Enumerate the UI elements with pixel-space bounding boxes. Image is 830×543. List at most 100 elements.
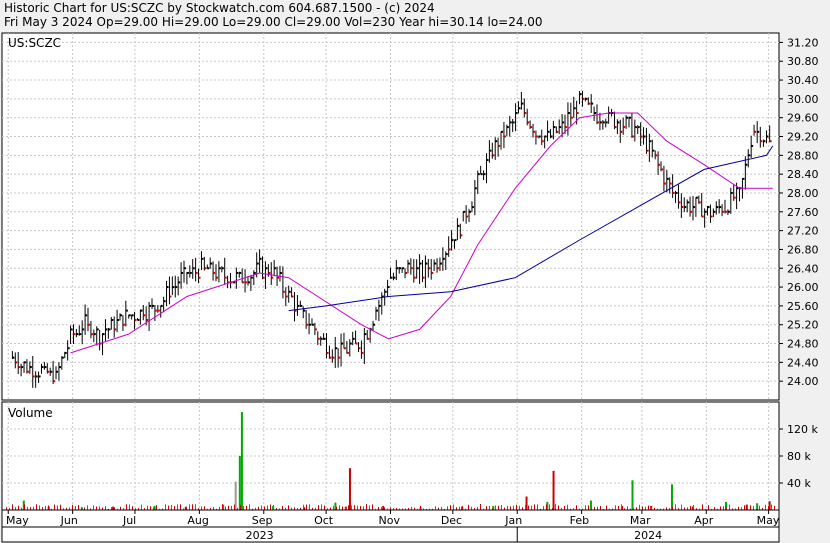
price-panel <box>1 32 780 401</box>
price-tick-label: 24.00 <box>787 375 819 388</box>
volume-bar <box>333 505 334 510</box>
volume-bar <box>165 504 166 510</box>
volume-bar <box>552 470 555 510</box>
volume-bar <box>447 506 448 510</box>
volume-bar <box>372 504 373 510</box>
volume-bar <box>382 505 385 510</box>
volume-bar <box>270 504 271 510</box>
volume-bar <box>174 506 175 510</box>
volume-bar <box>528 505 529 510</box>
volume-bar <box>510 506 511 510</box>
month-label: Aug <box>187 514 208 527</box>
volume-bar <box>306 504 307 510</box>
volume-bar <box>759 505 760 510</box>
volume-bar <box>366 504 367 510</box>
volume-bar <box>339 505 340 510</box>
volume-bar <box>201 506 202 510</box>
volume-bar <box>141 504 142 510</box>
volume-bar <box>132 506 133 510</box>
volume-bar <box>222 504 223 510</box>
volume-bar <box>681 504 682 510</box>
volume-bar <box>576 505 577 510</box>
volume-bar <box>618 505 619 510</box>
volume-bar <box>354 505 355 510</box>
volume-tick-label: 120 k <box>787 423 818 436</box>
volume-bar <box>631 480 634 510</box>
volume-label: Volume <box>8 406 53 420</box>
price-tick-label: 30.40 <box>787 74 819 87</box>
volume-bar <box>57 505 58 510</box>
price-tick-label: 25.60 <box>787 300 819 313</box>
volume-bar <box>600 505 601 510</box>
volume-bar <box>720 506 721 510</box>
volume-bar <box>627 506 628 510</box>
volume-bar <box>78 504 79 510</box>
month-label: Jul <box>122 514 136 527</box>
month-label: Apr <box>694 514 714 527</box>
price-tick-label: 28.00 <box>787 187 819 200</box>
volume-bar <box>60 504 61 510</box>
volume-bar <box>351 505 352 510</box>
volume-bar <box>225 506 226 510</box>
volume-bar <box>105 506 106 510</box>
volume-bar <box>321 504 322 510</box>
volume-bar <box>75 505 76 510</box>
volume-bar <box>150 506 151 510</box>
volume-bar <box>558 505 559 510</box>
volume-bar <box>369 505 370 510</box>
volume-bar <box>537 504 538 510</box>
volume-bar <box>45 505 46 510</box>
volume-bar <box>420 505 421 510</box>
month-label: Jun <box>60 514 78 527</box>
volume-bar <box>534 504 535 510</box>
price-tick-label: 26.00 <box>787 281 819 294</box>
volume-bar <box>204 506 205 510</box>
volume-bar <box>348 468 351 510</box>
volume-tick-label: 80 k <box>787 450 811 463</box>
volume-bar <box>18 505 19 510</box>
symbol-label: US:SCZC <box>8 36 61 50</box>
volume-bar <box>753 505 754 510</box>
volume-bar <box>615 505 616 510</box>
volume-bar <box>72 504 73 510</box>
volume-bar <box>54 504 55 510</box>
price-tick-label: 24.80 <box>787 338 819 351</box>
volume-bar <box>156 505 157 510</box>
volume-bar <box>672 506 673 510</box>
month-label: Mar <box>630 514 651 527</box>
volume-bar <box>675 504 676 510</box>
volume-bar <box>189 504 190 510</box>
volume-bar <box>180 504 181 510</box>
price-tick-label: 29.20 <box>787 131 819 144</box>
price-tick-label: 30.80 <box>787 55 819 68</box>
volume-bar <box>591 505 592 510</box>
volume-bar <box>96 506 97 510</box>
volume-bar <box>126 504 127 510</box>
volume-axis: 120 k 80 k 40 k <box>779 423 818 490</box>
volume-bar <box>708 505 709 510</box>
volume-bar <box>36 504 37 510</box>
volume-bar <box>240 504 241 510</box>
volume-bar <box>747 505 748 510</box>
volume-tick-label: 40 k <box>787 477 811 490</box>
volume-bar <box>513 505 514 510</box>
volume-bar <box>507 506 508 510</box>
volume-bar <box>318 505 319 510</box>
volume-bar <box>525 504 526 510</box>
volume-bar <box>690 506 691 510</box>
price-tick-label: 24.40 <box>787 356 819 369</box>
volume-bar <box>243 506 244 510</box>
price-tick-label: 25.20 <box>787 319 819 332</box>
volume-bar <box>273 504 274 510</box>
volume-bar <box>621 504 622 510</box>
volume-bar <box>516 504 517 510</box>
volume-bar <box>642 506 643 510</box>
volume-bar <box>231 505 232 510</box>
volume-bar <box>309 504 310 510</box>
volume-bar <box>771 504 772 510</box>
volume-bar <box>774 505 775 510</box>
volume-bar <box>462 506 463 510</box>
volume-bar <box>177 504 178 510</box>
volume-bar <box>606 505 607 510</box>
volume-bar <box>744 505 745 510</box>
